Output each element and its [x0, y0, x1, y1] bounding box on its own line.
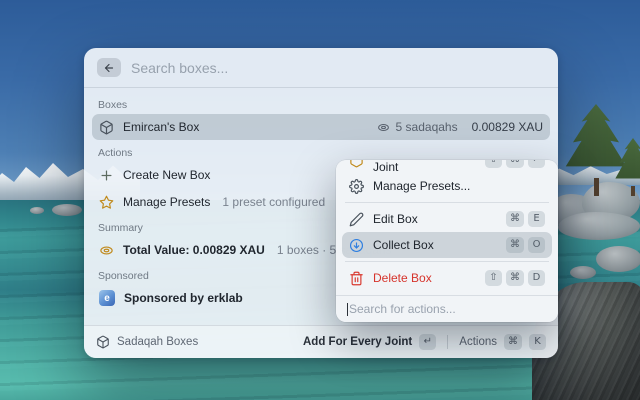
launcher-footer: Sadaqah Boxes Add For Every Joint ↵ Acti… — [84, 325, 558, 358]
menu-item-add-for-every-joint[interactable]: Add For Every Joint ⇧ ⌘ ↵ — [342, 160, 552, 173]
box-plus-icon — [349, 160, 364, 168]
k-keycap: K — [529, 334, 546, 350]
search-header — [84, 48, 558, 88]
arrow-left-icon — [103, 62, 115, 74]
create-new-box-label: Create New Box — [123, 168, 210, 182]
primary-action-label[interactable]: Add For Every Joint — [303, 336, 412, 348]
erklab-logo: e — [99, 290, 115, 306]
menu-item-collect-box[interactable]: Collect Box ⌘ O — [342, 232, 552, 258]
box-meta: 5 sadaqahs 0.00829 XAU — [377, 120, 543, 134]
wallpaper-shore-rock — [30, 207, 44, 214]
pencil-icon — [349, 212, 364, 227]
menu-item-label: Collect Box — [373, 238, 434, 252]
menu-divider — [345, 202, 549, 203]
actions-search-input[interactable]: Search for actions... — [336, 295, 558, 322]
wallpaper-water-boulder — [596, 246, 640, 272]
keycap: ⌘ — [506, 270, 524, 286]
keycap: ↵ — [528, 160, 545, 168]
total-value-label: Total Value: 0.00829 XAU — [123, 243, 265, 257]
cmd-keycap: ⌘ — [504, 334, 522, 350]
section-header-boxes: Boxes — [98, 99, 544, 111]
arrow-down-circle-icon — [349, 238, 364, 253]
menu-item-manage-presets[interactable]: Manage Presets... — [342, 173, 552, 199]
return-keycap: ↵ — [419, 334, 436, 350]
desktop: Boxes Emircan's Box 5 sadaqahs 0.00829 X… — [0, 0, 640, 400]
box-icon — [99, 120, 114, 135]
app-name: Sadaqah Boxes — [117, 336, 198, 348]
text-caret — [347, 303, 348, 316]
sponsored-label: Sponsored by erklab — [124, 291, 243, 305]
actions-search-placeholder: Search for actions... — [349, 302, 456, 316]
actions-popup-list: Add For Every Joint ⇧ ⌘ ↵ Manage Presets… — [336, 160, 558, 291]
actions-popup: Add For Every Joint ⇧ ⌘ ↵ Manage Presets… — [336, 160, 558, 322]
keycap: E — [528, 211, 545, 227]
menu-item-label: Delete Box — [373, 271, 432, 285]
coin-icon — [377, 121, 390, 134]
keycap: ⌘ — [506, 160, 524, 168]
keycap: D — [528, 270, 545, 286]
menu-item-delete-box[interactable]: Delete Box ⇧ ⌘ D — [342, 265, 552, 291]
manage-presets-label: Manage Presets — [123, 195, 210, 209]
manage-presets-subtitle: 1 preset configured — [222, 195, 325, 209]
clipped-menu-item-wrap: Add For Every Joint ⇧ ⌘ ↵ — [342, 160, 552, 173]
trash-icon — [349, 271, 364, 286]
keycap: ⇧ — [485, 160, 502, 168]
box-value: 0.00829 XAU — [472, 120, 543, 134]
keycap: O — [528, 237, 545, 253]
footer-divider — [447, 335, 448, 349]
list-item-box[interactable]: Emircan's Box 5 sadaqahs 0.00829 XAU — [92, 114, 550, 140]
keycap: ⌘ — [506, 237, 524, 253]
keycap: ⇧ — [485, 270, 502, 286]
wallpaper-shore-rock — [52, 204, 82, 216]
box-title: Emircan's Box — [123, 120, 199, 134]
keycap: ⌘ — [506, 211, 524, 227]
app-box-icon — [96, 335, 110, 349]
gold-coin-icon — [99, 243, 114, 258]
back-button[interactable] — [97, 58, 121, 77]
search-input[interactable] — [131, 60, 545, 76]
menu-item-edit-box[interactable]: Edit Box ⌘ E — [342, 206, 552, 232]
actions-menu-label[interactable]: Actions — [459, 336, 497, 348]
menu-item-label: Manage Presets... — [373, 179, 470, 193]
menu-divider — [345, 261, 549, 262]
section-header-actions: Actions — [98, 147, 544, 159]
box-sadaqah-count: 5 sadaqahs — [396, 120, 458, 134]
menu-item-label: Edit Box — [373, 212, 418, 226]
menu-item-label: Add For Every Joint — [373, 160, 476, 173]
plus-icon — [99, 168, 114, 183]
wallpaper-water-boulder — [570, 266, 596, 279]
star-icon — [99, 195, 114, 210]
gear-icon — [349, 179, 364, 194]
